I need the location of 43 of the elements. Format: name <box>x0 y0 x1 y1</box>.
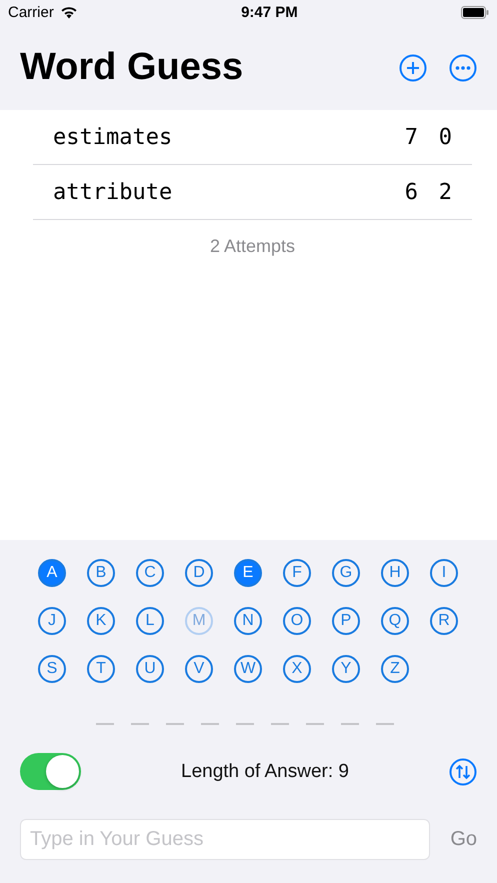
attempts-count: 2 Attempts <box>210 236 296 256</box>
letter-button[interactable]: K <box>87 607 115 635</box>
more-icon[interactable] <box>449 54 477 82</box>
letter-button[interactable]: Y <box>332 655 360 683</box>
letter-button[interactable]: B <box>87 559 115 587</box>
guess-word: estimates <box>53 124 174 150</box>
toggle-switch[interactable] <box>20 753 81 790</box>
carrier-label: Carrier <box>8 4 54 21</box>
letter-button[interactable]: D <box>185 559 213 587</box>
letter-button[interactable]: G <box>332 559 360 587</box>
letter-button[interactable]: H <box>381 559 409 587</box>
letter-button[interactable]: L <box>136 607 164 635</box>
letter-button[interactable]: E <box>234 559 262 587</box>
score-value: 7 <box>404 124 418 150</box>
score-value: 6 <box>404 180 418 204</box>
letter-button[interactable]: V <box>185 655 213 683</box>
letter-button[interactable]: X <box>283 655 311 683</box>
letter-button[interactable]: I <box>430 559 458 587</box>
letter-button[interactable]: Z <box>381 655 409 683</box>
letter-button[interactable]: P <box>332 607 360 635</box>
status-time: 9:47 PM <box>241 4 298 21</box>
battery-icon <box>460 6 489 19</box>
letter-button[interactable]: N <box>234 607 262 635</box>
add-icon[interactable] <box>399 54 427 82</box>
page-title: Word Guess <box>20 46 244 89</box>
letter-button[interactable]: F <box>283 559 311 587</box>
letter-button[interactable]: W <box>234 655 262 683</box>
answer-length-label: Length of Answer: 9 <box>180 760 350 782</box>
wifi-icon <box>60 6 78 19</box>
letter-button[interactable]: S <box>38 655 66 683</box>
guess-input-field[interactable]: Type in Your Guess <box>20 819 430 860</box>
score-value: 2 <box>438 180 452 204</box>
letter-button[interactable]: J <box>38 607 66 635</box>
letter-button[interactable]: T <box>87 655 115 683</box>
letter-button[interactable]: Q <box>381 607 409 635</box>
letter-button[interactable]: A <box>38 559 66 587</box>
letter-button[interactable]: C <box>136 559 164 587</box>
guess-word: attribute <box>53 180 174 204</box>
letter-button[interactable]: R <box>430 607 458 635</box>
letter-button[interactable]: U <box>136 655 164 683</box>
letter-button[interactable]: O <box>283 607 311 635</box>
sort-icon[interactable] <box>449 758 477 786</box>
score-value: 0 <box>438 124 452 150</box>
